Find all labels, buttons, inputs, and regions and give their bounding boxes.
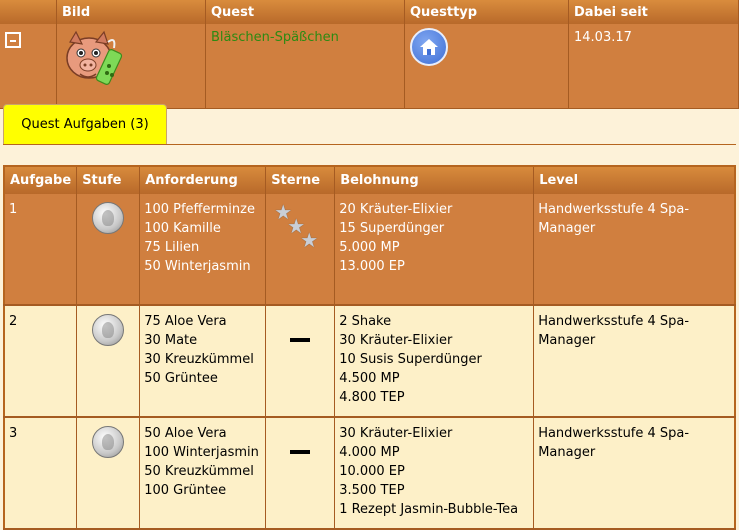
header-level: Level <box>533 166 736 194</box>
quest-table: Bild Quest Questtyp Dabei seit Bläschen-… <box>0 0 739 109</box>
sterne-cell <box>265 305 336 418</box>
header-questtyp: Questtyp <box>404 0 569 24</box>
level-cell: Handwerksstufe 4 Spa-Manager <box>533 417 736 530</box>
belohnung-cell: 2 Shake 30 Kräuter-Elixier 10 Susis Superd… <box>334 305 535 418</box>
table-row: 3 50 Aloe Vera 100 Winterjasmin 50 Kreuzküm… <box>4 417 736 530</box>
belohnung-item: 4.000 MP <box>339 445 400 460</box>
silver-coin-icon <box>92 202 125 234</box>
belohnung-item: 2 Shake <box>339 314 392 329</box>
belohnung-item: 30 Kräuter-Elixier <box>339 333 453 348</box>
stufe-cell <box>76 417 141 530</box>
quest-name-cell: Bläschen-Späßchen <box>205 24 405 109</box>
header-dabei-seit: Dabei seit <box>568 0 739 24</box>
belohnung-cell: 30 Kräuter-Elixier 4.000 MP 10.000 EP 3.500… <box>334 417 535 530</box>
belohnung-item: 1 Rezept Jasmin-Bubble-Tea <box>339 502 519 517</box>
minus-box-icon[interactable] <box>5 32 21 48</box>
task-number: 1 <box>4 194 78 306</box>
belohnung-item: 15 Superdünger <box>339 221 445 236</box>
stars-group: ★ ★ ★ <box>270 200 330 256</box>
no-stars-dash-icon <box>290 450 311 454</box>
task-number: 2 <box>4 305 78 418</box>
anforderung-item: 50 Winterjasmin <box>144 259 251 274</box>
quest-name[interactable]: Bläschen-Späßchen <box>211 30 339 45</box>
tasks-table: Aufgabe Stufe Anforderung Sterne Belohnu… <box>3 165 736 530</box>
belohnung-item: 10.000 EP <box>339 464 405 479</box>
stufe-cell <box>76 305 141 418</box>
tab-quest-aufgaben[interactable]: Quest Aufgaben (3) <box>3 104 167 144</box>
header-quest: Quest <box>205 0 405 24</box>
anforderung-item: 100 Winterjasmin <box>144 445 259 460</box>
header-stufe: Stufe <box>76 166 141 194</box>
table-row: 2 75 Aloe Vera 30 Mate 30 Kreuzkümmel 50 Grü… <box>4 305 736 418</box>
pig-with-bubble-tea-icon <box>66 30 123 85</box>
house-icon <box>410 28 448 66</box>
anforderung-item: 50 Kreuzkümmel <box>144 464 254 479</box>
header-belohnung: Belohnung <box>334 166 535 194</box>
anforderung-item: 50 Grüntee <box>144 371 218 386</box>
tasks-table-header: Aufgabe Stufe Anforderung Sterne Belohnu… <box>4 166 736 194</box>
level-cell: Handwerksstufe 4 Spa-Manager <box>533 194 736 306</box>
belohnung-item: 20 Kräuter-Elixier <box>339 202 453 217</box>
no-stars-dash-icon <box>290 338 311 342</box>
anforderung-cell: 75 Aloe Vera 30 Mate 30 Kreuzkümmel 50 Grün… <box>139 305 267 418</box>
belohnung-item: 3.500 TEP <box>339 483 405 498</box>
since-cell: 14.03.17 <box>568 24 739 109</box>
anforderung-item: 50 Aloe Vera <box>144 426 227 441</box>
silver-coin-icon <box>92 426 125 458</box>
table-row: 1 100 Pfefferminze 100 Kamille 75 Lilien 50 … <box>4 194 736 306</box>
anforderung-item: 75 Aloe Vera <box>144 314 227 329</box>
anforderung-item: 30 Kreuzkümmel <box>144 352 254 367</box>
belohnung-cell: 20 Kräuter-Elixier 15 Superdünger 5.000 MP… <box>334 194 535 306</box>
quest-table-header: Bild Quest Questtyp Dabei seit <box>0 0 739 24</box>
belohnung-item: 10 Susis Superdünger <box>339 352 482 367</box>
quest-type-cell <box>404 24 569 109</box>
anforderung-cell: 100 Pfefferminze 100 Kamille 75 Lilien 50 W… <box>139 194 267 306</box>
header-sterne: Sterne <box>265 166 336 194</box>
belohnung-item: 4.800 TEP <box>339 390 405 405</box>
anforderung-item: 100 Pfefferminze <box>144 202 255 217</box>
task-rows: 1 100 Pfefferminze 100 Kamille 75 Lilien 50 … <box>4 194 736 530</box>
anforderung-item: 30 Mate <box>144 333 198 348</box>
belohnung-item: 5.000 MP <box>339 240 400 255</box>
header-anforderung: Anforderung <box>139 166 267 194</box>
level-cell: Handwerksstufe 4 Spa-Manager <box>533 305 736 418</box>
quest-row: Bläschen-Späßchen 14.03.17 <box>0 24 739 109</box>
belohnung-item: 30 Kräuter-Elixier <box>339 426 453 441</box>
belohnung-item: 13.000 EP <box>339 259 405 274</box>
sterne-cell <box>265 417 336 530</box>
stufe-cell <box>76 194 141 306</box>
anforderung-cell: 50 Aloe Vera 100 Winterjasmin 50 Kreuzkümm… <box>139 417 267 530</box>
task-number: 3 <box>4 417 78 530</box>
sterne-cell: ★ ★ ★ <box>265 194 336 306</box>
tab-quest-aufgaben-label: Quest Aufgaben (3) <box>21 117 149 132</box>
quest-image-cell <box>56 24 206 109</box>
tab-bar: Quest Aufgaben (3) <box>0 99 739 147</box>
star-icon: ★ <box>300 228 319 252</box>
anforderung-item: 100 Kamille <box>144 221 221 236</box>
belohnung-item: 4.500 MP <box>339 371 400 386</box>
tab-divider <box>3 144 736 145</box>
since-date: 14.03.17 <box>574 30 632 45</box>
anforderung-item: 75 Lilien <box>144 240 200 255</box>
collapse-cell[interactable] <box>0 24 57 109</box>
anforderung-item: 100 Grüntee <box>144 483 227 498</box>
header-bild: Bild <box>56 0 206 24</box>
header-empty <box>0 0 57 24</box>
silver-coin-icon <box>92 314 125 346</box>
header-aufgabe: Aufgabe <box>4 166 78 194</box>
